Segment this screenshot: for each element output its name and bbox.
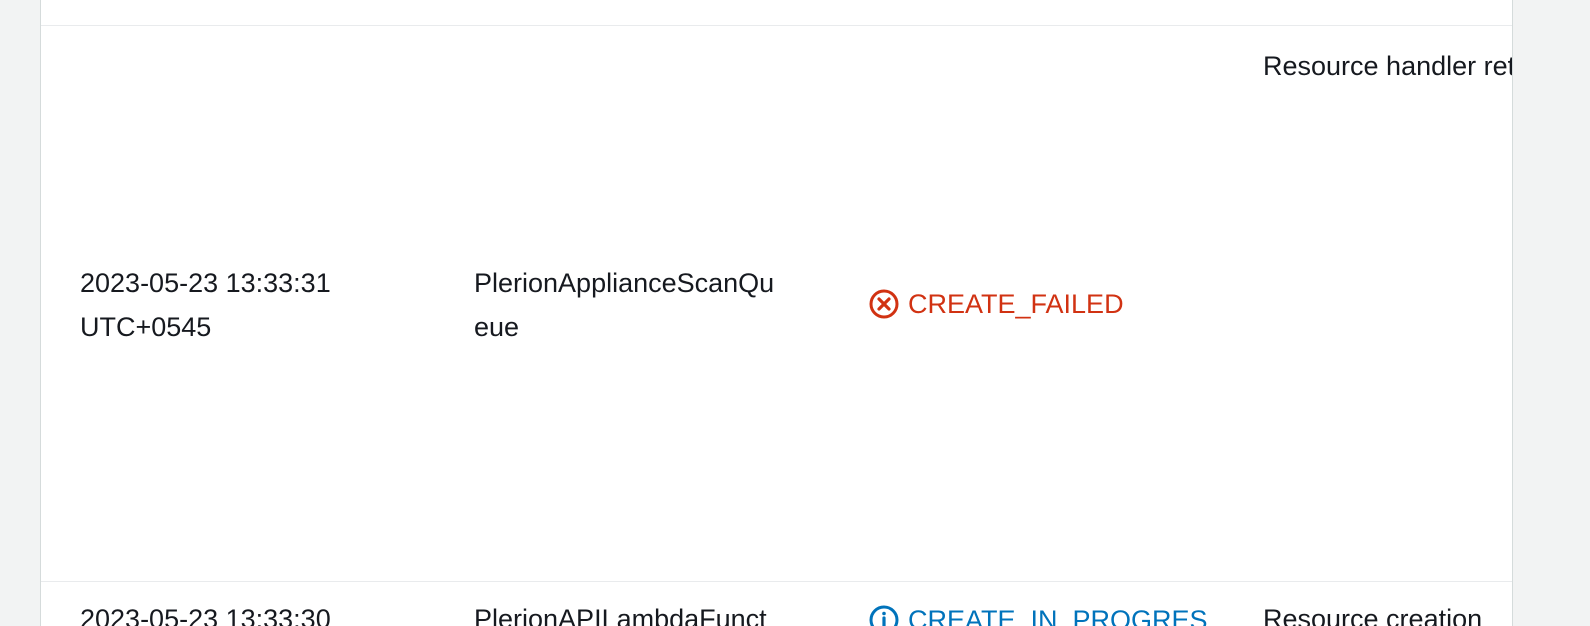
row-divider [41, 25, 1512, 26]
status-reason: Resource creation [1263, 604, 1483, 626]
status-text: CREATE_IN_PROGRES [908, 604, 1208, 626]
status-badge: CREATE_IN_PROGRES [868, 604, 1208, 626]
event-logical-id: PlerionApplianceScanQu eue [474, 268, 775, 342]
row-divider [41, 581, 1512, 582]
stack-events-table: 2023-05-23 13:33:31 UTC+0545 PlerionAppl… [40, 0, 1513, 626]
status-text: CREATE_FAILED [908, 288, 1124, 319]
info-circle-icon [868, 604, 900, 626]
status-reason: Resource handler returned message: "Reso… [1263, 51, 1512, 81]
error-circle-icon [868, 288, 900, 320]
status-badge: CREATE_FAILED [868, 288, 1124, 320]
event-timestamp: 2023-05-23 13:33:31 UTC+0545 [80, 268, 331, 342]
event-timestamp: 2023-05-23 13:33:30 [80, 604, 331, 626]
event-logical-id: PlerionAPILambdaFunct [474, 604, 767, 626]
